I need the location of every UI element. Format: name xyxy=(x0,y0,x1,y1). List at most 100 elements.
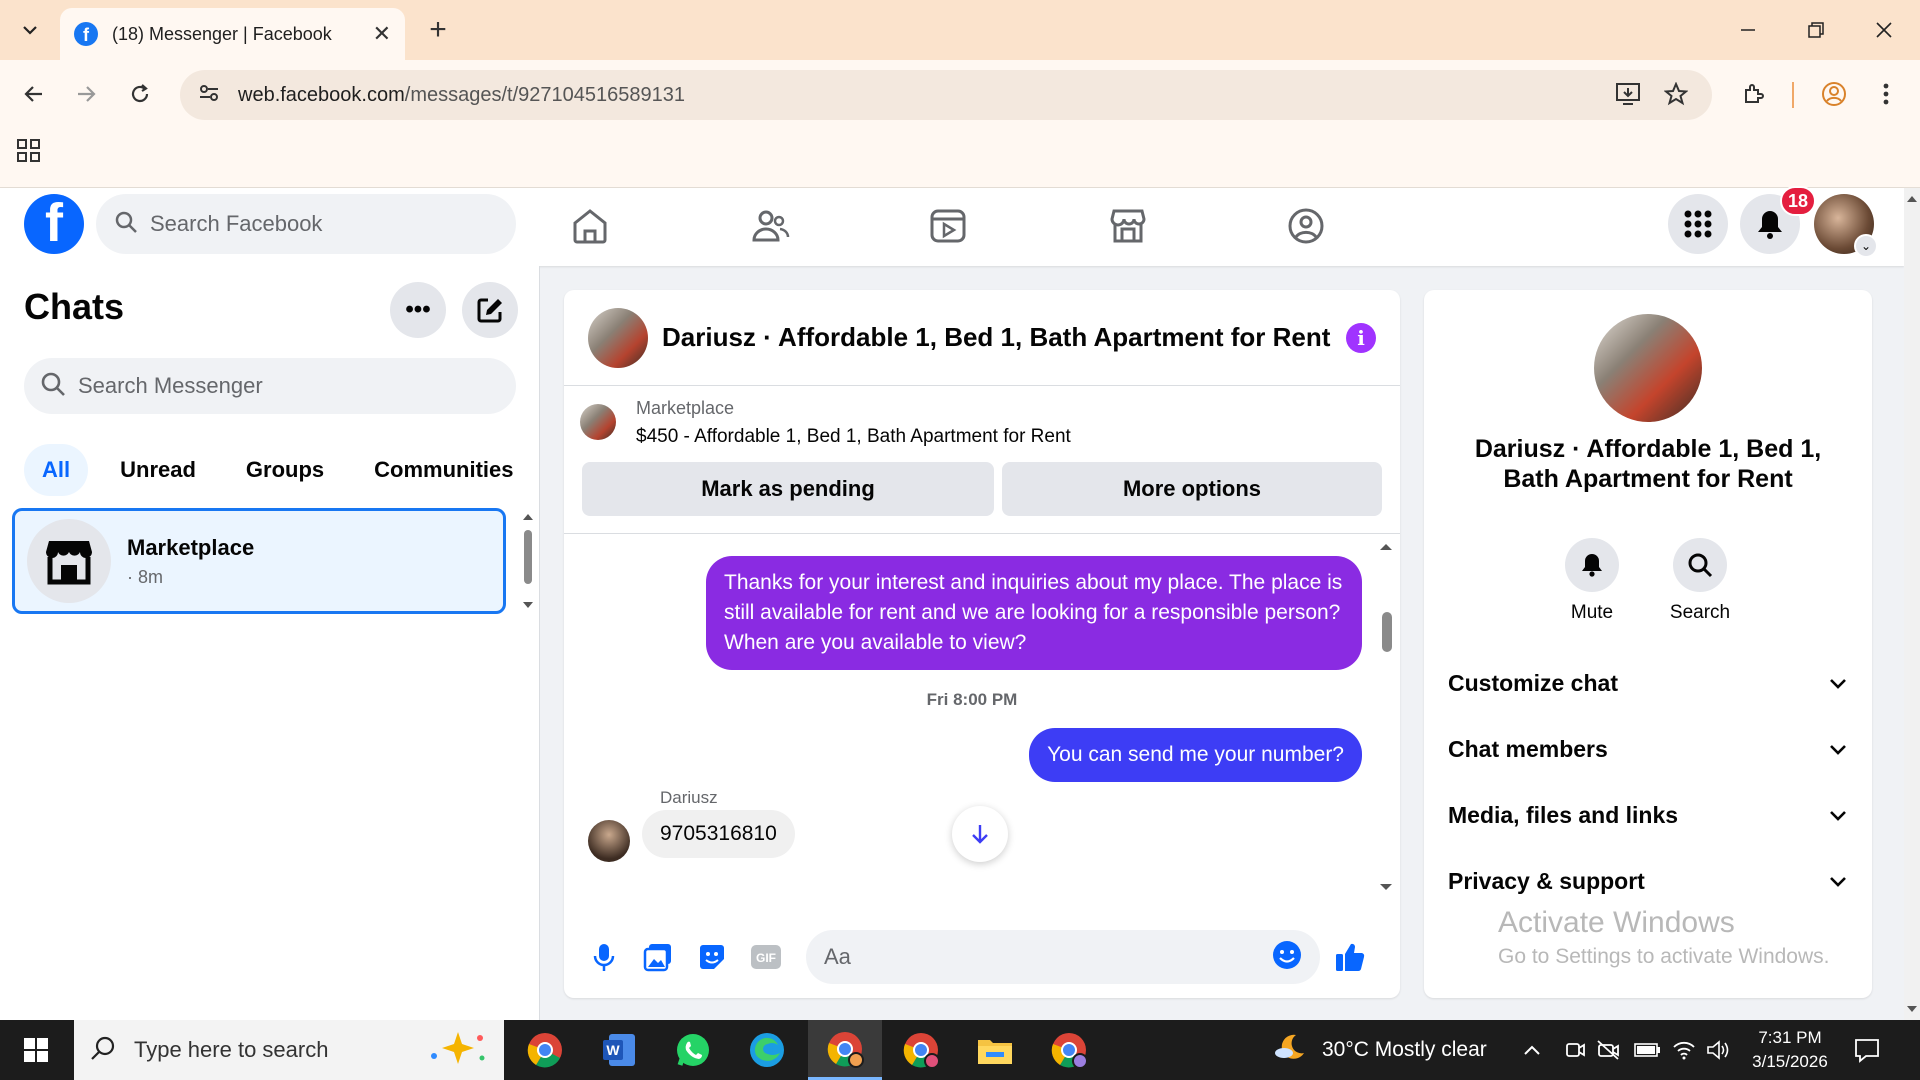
whatsapp-taskbar-icon[interactable] xyxy=(656,1020,730,1080)
emoji-icon[interactable] xyxy=(1272,940,1302,975)
page-scrollbar[interactable] xyxy=(1904,188,1920,1020)
account-avatar[interactable]: ⌄ xyxy=(1814,194,1878,258)
info-icon[interactable]: i xyxy=(1346,322,1376,353)
windows-start-icon[interactable] xyxy=(0,1020,72,1080)
outgoing-message[interactable]: Thanks for your interest and inquiries a… xyxy=(706,556,1362,670)
activate-windows-title: Activate Windows xyxy=(1498,906,1735,939)
conversation-title[interactable]: Dariusz · Affordable 1, Bed 1, Bath Apar… xyxy=(662,322,1346,353)
chats-panel: Chats ••• Search Messenger All Unread Gr… xyxy=(0,266,540,1020)
site-info-icon[interactable] xyxy=(198,82,220,109)
search-icon xyxy=(1673,538,1727,592)
gif-icon[interactable]: GIF xyxy=(744,935,788,979)
filter-unread[interactable]: Unread xyxy=(102,444,214,496)
filter-all[interactable]: All xyxy=(24,444,89,496)
thumbs-up-icon[interactable] xyxy=(1328,935,1372,979)
meet-now-icon[interactable] xyxy=(1564,1020,1586,1080)
facebook-search-input[interactable]: Search Facebook xyxy=(96,194,516,254)
listing-thumbnail[interactable] xyxy=(580,404,616,440)
microphone-icon[interactable] xyxy=(582,935,626,979)
battery-icon[interactable] xyxy=(1634,1020,1662,1080)
details-avatar[interactable] xyxy=(1594,314,1702,422)
conversation-scrollbar[interactable] xyxy=(1376,540,1396,900)
show-hidden-icons-icon[interactable] xyxy=(1522,1020,1542,1080)
camera-off-icon[interactable] xyxy=(1596,1020,1620,1080)
apps-grid-icon[interactable] xyxy=(16,138,44,166)
new-message-button[interactable] xyxy=(462,282,518,338)
edge-taskbar-icon[interactable] xyxy=(730,1020,804,1080)
notification-center-icon[interactable] xyxy=(1854,1020,1880,1080)
scroll-to-bottom-button[interactable] xyxy=(952,806,1008,862)
minimize-button[interactable] xyxy=(1718,8,1778,52)
chat-list-scrollbar[interactable] xyxy=(520,510,536,614)
arrow-down-icon xyxy=(972,825,988,844)
friends-icon[interactable] xyxy=(746,202,794,250)
taskbar-clock[interactable]: 7:31 PM 3/15/2026 xyxy=(1740,1026,1840,1074)
restore-button[interactable] xyxy=(1786,8,1846,52)
back-button[interactable] xyxy=(12,72,56,116)
tab-search-dropdown-icon[interactable] xyxy=(10,10,50,50)
media-files-links-row[interactable]: Media, files and links xyxy=(1448,790,1848,840)
sparkle-icon xyxy=(424,1030,488,1071)
chat-members-row[interactable]: Chat members xyxy=(1448,724,1848,774)
close-window-button[interactable] xyxy=(1854,8,1914,52)
gaming-icon[interactable] xyxy=(1282,202,1330,250)
address-bar[interactable]: web.facebook.com/messages/t/927104516589… xyxy=(180,70,1712,120)
facebook-header: f Search Facebook 18 ⌄ xyxy=(0,186,1904,266)
word-taskbar-icon[interactable]: W xyxy=(582,1020,656,1080)
profile-icon[interactable] xyxy=(1812,72,1856,116)
filter-groups[interactable]: Groups xyxy=(228,444,342,496)
clock-date: 3/15/2026 xyxy=(1752,1052,1828,1071)
mute-button[interactable]: Mute xyxy=(1552,538,1632,624)
listing-title[interactable]: $450 - Affordable 1, Bed 1, Bath Apartme… xyxy=(636,426,1071,448)
reload-button[interactable] xyxy=(118,72,162,116)
bookmark-star-icon[interactable] xyxy=(1654,72,1698,116)
photo-icon[interactable] xyxy=(636,935,680,979)
messenger-search-input[interactable]: Search Messenger xyxy=(24,358,516,414)
volume-icon[interactable] xyxy=(1706,1020,1730,1080)
sender-name: Dariusz xyxy=(660,788,718,807)
chrome-profile-taskbar-icon[interactable] xyxy=(808,1020,882,1080)
weather-widget[interactable]: 30°C Mostly clear xyxy=(1272,1020,1487,1080)
taskbar-search-input[interactable]: Type here to search xyxy=(74,1020,504,1080)
svg-text:GIF: GIF xyxy=(756,951,776,965)
wifi-icon[interactable] xyxy=(1672,1020,1696,1080)
message-input[interactable]: Aa xyxy=(806,930,1320,984)
search-in-chat-button[interactable]: Search xyxy=(1660,538,1740,624)
activate-windows-subtitle: Go to Settings to activate Windows. xyxy=(1498,945,1830,968)
facebook-favicon-icon: f xyxy=(74,22,98,46)
sender-avatar[interactable] xyxy=(588,820,630,862)
search-icon xyxy=(90,1035,116,1066)
video-icon[interactable] xyxy=(924,202,972,250)
facebook-logo-icon[interactable]: f xyxy=(24,194,84,254)
customize-chat-row[interactable]: Customize chat xyxy=(1448,658,1848,708)
new-tab-button[interactable]: + xyxy=(420,12,456,48)
chrome-profile-3-taskbar-icon[interactable] xyxy=(1032,1020,1106,1080)
file-explorer-taskbar-icon[interactable] xyxy=(958,1020,1032,1080)
message-composer: GIF Aa xyxy=(564,916,1400,998)
tab-title: (18) Messenger | Facebook xyxy=(112,23,332,44)
chrome-profile-2-taskbar-icon[interactable] xyxy=(884,1020,958,1080)
marketplace-icon[interactable] xyxy=(1104,202,1152,250)
sticker-icon[interactable] xyxy=(690,935,734,979)
chrome-taskbar-icon[interactable] xyxy=(508,1020,582,1080)
mark-as-pending-button[interactable]: Mark as pending xyxy=(582,462,994,516)
mute-label: Mute xyxy=(1570,602,1614,623)
browser-tab[interactable]: f (18) Messenger | Facebook ✕ xyxy=(60,8,405,60)
incoming-message[interactable]: 9705316810 xyxy=(642,810,795,858)
menu-grid-icon[interactable] xyxy=(1668,194,1728,254)
filter-communities[interactable]: Communities xyxy=(356,444,531,496)
privacy-support-row[interactable]: Privacy & support xyxy=(1448,856,1848,906)
conversation-avatar[interactable] xyxy=(588,307,648,368)
message-input-placeholder: Aa xyxy=(824,944,851,969)
browser-menu-icon[interactable] xyxy=(1864,72,1908,116)
chat-list-item[interactable]: Marketplace · 8m xyxy=(12,508,506,614)
search-icon xyxy=(114,210,138,239)
home-icon[interactable] xyxy=(566,202,614,250)
more-options-button[interactable]: More options xyxy=(1002,462,1382,516)
extensions-puzzle-icon[interactable] xyxy=(1732,72,1776,116)
outgoing-message[interactable]: You can send me your number? xyxy=(1029,728,1362,782)
install-app-icon[interactable] xyxy=(1606,72,1650,116)
chat-options-button[interactable]: ••• xyxy=(390,282,446,338)
forward-button[interactable] xyxy=(64,72,108,116)
tab-close-icon[interactable]: ✕ xyxy=(373,21,391,47)
